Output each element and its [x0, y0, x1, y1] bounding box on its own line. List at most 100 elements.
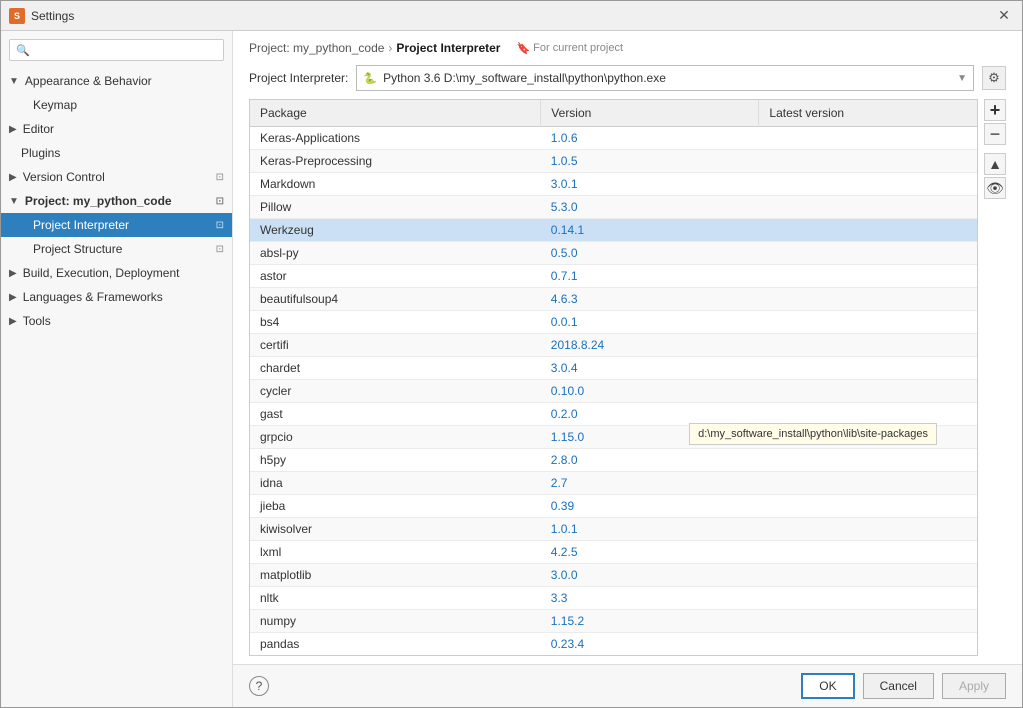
title-bar: S Settings ✕	[1, 1, 1022, 31]
package-version: 1.0.1	[541, 518, 759, 541]
table-row[interactable]: chardet3.0.4	[250, 357, 977, 380]
cancel-button[interactable]: Cancel	[863, 673, 934, 699]
table-row[interactable]: pip18.0	[250, 656, 977, 657]
sidebar-item-project[interactable]: ▼ Project: my_python_code ⊡	[1, 189, 232, 213]
package-latest-version	[759, 587, 977, 610]
column-header-latest: Latest version	[759, 100, 977, 127]
breadcrumb-arrow: ›	[388, 41, 392, 55]
expand-icon: ▶	[9, 172, 17, 183]
breadcrumb-current: Project Interpreter	[396, 41, 500, 55]
table-row[interactable]: Keras-Preprocessing1.0.5	[250, 150, 977, 173]
table-row[interactable]: Werkzeug0.14.1	[250, 219, 977, 242]
plus-btn-container: +	[984, 99, 1006, 121]
sidebar-item-build[interactable]: ▶ Build, Execution, Deployment	[1, 261, 232, 285]
table-row[interactable]: bs40.0.1	[250, 311, 977, 334]
table-row[interactable]: numpy1.15.2	[250, 610, 977, 633]
packages-table-wrapper[interactable]: Package Version Latest version Keras-App…	[249, 99, 978, 656]
package-latest-version	[759, 449, 977, 472]
expand-icon: ▼	[9, 76, 19, 87]
remove-package-button[interactable]: −	[984, 123, 1006, 145]
sidebar-item-label: Project Structure	[33, 242, 122, 256]
interpreter-gear-button[interactable]: ⚙	[982, 66, 1006, 90]
table-row[interactable]: beautifulsoup44.6.3	[250, 288, 977, 311]
sidebar-item-label: Plugins	[21, 146, 60, 160]
package-name: jieba	[250, 495, 541, 518]
package-version: 4.6.3	[541, 288, 759, 311]
close-button[interactable]: ✕	[994, 6, 1014, 26]
package-name: matplotlib	[250, 564, 541, 587]
help-button[interactable]: ?	[249, 676, 269, 696]
sidebar-item-plugins[interactable]: Plugins	[1, 141, 232, 165]
expand-icon: ▶	[9, 316, 17, 327]
repo-icon: ⊡	[216, 220, 224, 231]
package-version: 0.10.0	[541, 380, 759, 403]
search-input[interactable]	[34, 43, 217, 57]
package-version: 0.0.1	[541, 311, 759, 334]
package-latest-version	[759, 173, 977, 196]
package-latest-version	[759, 472, 977, 495]
breadcrumb: Project: my_python_code › Project Interp…	[233, 31, 1022, 61]
package-settings-button[interactable]: ▲	[984, 153, 1006, 175]
table-row[interactable]: h5py2.8.0	[250, 449, 977, 472]
package-version: 3.0.0	[541, 564, 759, 587]
sidebar-item-label: Build, Execution, Deployment	[23, 266, 180, 280]
package-version: 0.5.0	[541, 242, 759, 265]
package-latest-version	[759, 242, 977, 265]
table-row[interactable]: Keras-Applications1.0.6	[250, 127, 977, 150]
bookmark-icon: 🔖	[516, 42, 530, 55]
table-row[interactable]: kiwisolver1.0.1	[250, 518, 977, 541]
table-row[interactable]: jieba0.39	[250, 495, 977, 518]
table-row[interactable]: Markdown3.0.1	[250, 173, 977, 196]
right-panel: Project: my_python_code › Project Interp…	[233, 31, 1022, 707]
table-row[interactable]: matplotlib3.0.0	[250, 564, 977, 587]
table-row[interactable]: astor0.7.1	[250, 265, 977, 288]
package-latest-version	[759, 656, 977, 657]
table-row[interactable]: cycler0.10.0	[250, 380, 977, 403]
footer-left: ?	[249, 676, 269, 696]
sidebar-item-appearance[interactable]: ▼ Appearance & Behavior	[1, 69, 232, 93]
sidebar-item-version-control[interactable]: ▶ Version Control ⊡	[1, 165, 232, 189]
sidebar-item-label: Languages & Frameworks	[23, 290, 163, 304]
package-version: 0.39	[541, 495, 759, 518]
package-name: Markdown	[250, 173, 541, 196]
table-row[interactable]: pandas0.23.4	[250, 633, 977, 656]
package-latest-version	[759, 564, 977, 587]
package-name: gast	[250, 403, 541, 426]
table-row[interactable]: certifi2018.8.24	[250, 334, 977, 357]
apply-button[interactable]: Apply	[942, 673, 1006, 699]
expand-icon: ▶	[9, 124, 17, 135]
package-name: h5py	[250, 449, 541, 472]
package-name: bs4	[250, 311, 541, 334]
package-version: 18.0	[541, 656, 759, 657]
sidebar-item-tools[interactable]: ▶ Tools	[1, 309, 232, 333]
interpreter-select-dropdown[interactable]: 🐍 Python 3.6 D:\my_software_install\pyth…	[356, 65, 974, 91]
package-version: 3.0.4	[541, 357, 759, 380]
package-latest-version	[759, 541, 977, 564]
package-name: absl-py	[250, 242, 541, 265]
package-name: beautifulsoup4	[250, 288, 541, 311]
sidebar-item-label: Editor	[23, 122, 54, 136]
table-row[interactable]: Pillow5.3.0	[250, 196, 977, 219]
sidebar-item-languages[interactable]: ▶ Languages & Frameworks	[1, 285, 232, 309]
footer-buttons: OK Cancel Apply	[801, 673, 1006, 699]
search-box[interactable]: 🔍	[9, 39, 224, 61]
packages-layout: Package Version Latest version Keras-App…	[249, 99, 1006, 656]
add-package-button[interactable]: +	[984, 99, 1006, 121]
package-name: lxml	[250, 541, 541, 564]
package-latest-version	[759, 265, 977, 288]
tooltip-box: d:\my_software_install\python\lib\site-p…	[689, 423, 937, 445]
sidebar-item-editor[interactable]: ▶ Editor	[1, 117, 232, 141]
sidebar-item-project-structure[interactable]: Project Structure ⊡	[1, 237, 232, 261]
package-latest-version	[759, 495, 977, 518]
ok-button[interactable]: OK	[801, 673, 854, 699]
sidebar-item-keymap[interactable]: Keymap	[1, 93, 232, 117]
table-row[interactable]: nltk3.3	[250, 587, 977, 610]
column-header-package: Package	[250, 100, 541, 127]
sidebar-item-project-interpreter[interactable]: Project Interpreter ⊡	[1, 213, 232, 237]
package-version: 1.0.6	[541, 127, 759, 150]
table-row[interactable]: lxml4.2.5	[250, 541, 977, 564]
package-eye-button[interactable]: 👁	[984, 177, 1006, 199]
sidebar: 🔍 ▼ Appearance & Behavior Keymap ▶ Edito…	[1, 31, 233, 707]
table-row[interactable]: absl-py0.5.0	[250, 242, 977, 265]
table-row[interactable]: idna2.7	[250, 472, 977, 495]
